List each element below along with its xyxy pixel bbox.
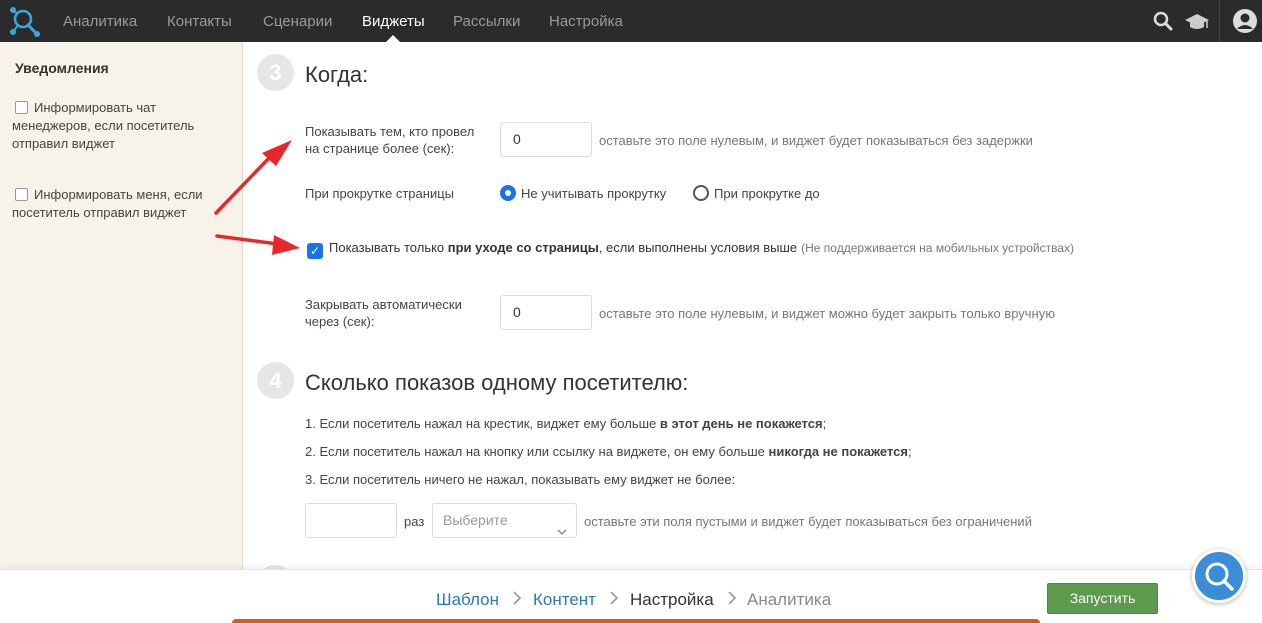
- search-icon[interactable]: [1153, 11, 1173, 36]
- exit-intent-checkbox[interactable]: ✓: [307, 243, 323, 259]
- exit-prefix: Показывать только: [329, 240, 448, 255]
- nav-item-settings[interactable]: Настройка: [549, 0, 623, 42]
- sidebar-title: Уведомления: [15, 60, 109, 76]
- delay-input[interactable]: 0: [500, 122, 592, 157]
- delay-hint: оставьте это поле нулевым, и виджет буде…: [599, 133, 1033, 148]
- step-3-badge: 3: [257, 54, 294, 91]
- exit-suffix: , если выполнены условия выше: [598, 240, 798, 255]
- radio-unselected-icon: [693, 185, 709, 201]
- delay-label: Показывать тем, кто провел на странице б…: [305, 124, 475, 156]
- notifications-sidebar: Уведомления Информировать чат менеджеров…: [0, 42, 243, 569]
- scroll-until-label: При прокрутке до: [714, 186, 820, 201]
- scroll-until-radio[interactable]: При прокрутке до: [693, 185, 820, 201]
- notify-managers-checkbox[interactable]: [15, 101, 28, 114]
- chevron-right-icon: [609, 591, 619, 610]
- rule-1: 1. Если посетитель нажал на крестик, вид…: [305, 416, 826, 431]
- chevron-right-icon: [727, 591, 737, 610]
- step-4-badge: 4: [257, 362, 294, 399]
- autoclose-label: Закрывать автоматически через (сек):: [305, 297, 462, 329]
- exit-bold: при уходе со страницы: [447, 240, 599, 255]
- nav-item-analytics[interactable]: Аналитика: [63, 0, 137, 42]
- step-3-title: Когда:: [305, 62, 369, 87]
- launch-button[interactable]: Запустить: [1047, 583, 1158, 614]
- notify-managers-label: Информировать чат менеджеров, если посет…: [12, 100, 195, 151]
- rule-3: 3. Если посетитель ничего не нажал, пока…: [305, 472, 736, 487]
- nav-item-scenarios[interactable]: Сценарии: [263, 0, 332, 42]
- wizard-footer: Шаблон Контент Настройка Аналитика Запус…: [0, 569, 1262, 623]
- active-nav-indicator: [386, 35, 400, 42]
- notify-me-option[interactable]: Информировать меня, если посетитель отпр…: [12, 186, 212, 222]
- rule-2: 2. Если посетитель нажал на кнопку или с…: [305, 444, 912, 459]
- period-select[interactable]: Выберите: [432, 503, 577, 538]
- notify-me-checkbox[interactable]: [15, 188, 28, 201]
- graduation-cap-icon[interactable]: [1184, 12, 1210, 37]
- crumb-template[interactable]: Шаблон: [436, 590, 499, 610]
- times-label: раз: [404, 514, 425, 529]
- radio-selected-icon: [500, 185, 516, 201]
- user-avatar-icon[interactable]: [1232, 8, 1258, 39]
- top-navbar: Аналитика Контакты Сценарии Виджеты Расс…: [0, 0, 1262, 42]
- help-search-button[interactable]: [1192, 549, 1246, 603]
- scroll-ignore-radio[interactable]: Не учитывать прокрутку: [500, 185, 666, 201]
- rule-1-end: ;: [822, 416, 827, 431]
- nav-item-contacts[interactable]: Контакты: [167, 0, 232, 42]
- exit-note: (Не поддерживается на мобильных устройст…: [801, 241, 1074, 255]
- rule-2-text: 2. Если посетитель нажал на кнопку или с…: [305, 444, 769, 459]
- exit-intent-option[interactable]: ✓ Показывать только при уходе со страницы…: [307, 240, 1074, 259]
- scroll-ignore-label: Не учитывать прокрутку: [521, 186, 667, 201]
- rule-2-bold: никогда не покажется: [768, 444, 909, 459]
- nav-divider: [1219, 0, 1220, 42]
- autoclose-input[interactable]: 0: [500, 295, 592, 330]
- notify-me-label: Информировать меня, если посетитель отпр…: [12, 187, 203, 220]
- autoclose-hint: оставьте это поле нулевым, и виджет можн…: [599, 306, 1055, 321]
- widget-settings-main: 3 Когда: Показывать тем, кто провел на с…: [243, 42, 1262, 569]
- rule-1-bold: в этот день не покажется: [659, 416, 823, 431]
- logo-icon[interactable]: [8, 5, 42, 37]
- chevron-down-icon: [557, 515, 567, 548]
- crumb-content[interactable]: Контент: [533, 590, 596, 610]
- chevron-right-icon: [512, 591, 522, 610]
- notify-managers-option[interactable]: Информировать чат менеджеров, если посет…: [12, 99, 212, 153]
- rule-1-text: 1. Если посетитель нажал на крестик, вид…: [305, 416, 660, 431]
- footer-accent-strip: [232, 619, 1040, 623]
- times-input[interactable]: [305, 503, 397, 538]
- period-select-value: Выберите: [443, 512, 508, 528]
- step-4-title: Сколько показов одному посетителю:: [305, 370, 689, 395]
- scroll-label: При прокрутке страницы: [305, 186, 454, 201]
- rule-2-end: ;: [908, 444, 912, 459]
- crumb-settings[interactable]: Настройка: [630, 590, 714, 610]
- help-search-icon: [1205, 562, 1234, 591]
- nav-item-mailings[interactable]: Рассылки: [453, 0, 520, 42]
- limit-hint: оставьте эти поля пустыми и виджет будет…: [584, 514, 1032, 529]
- crumb-analytics[interactable]: Аналитика: [747, 590, 831, 610]
